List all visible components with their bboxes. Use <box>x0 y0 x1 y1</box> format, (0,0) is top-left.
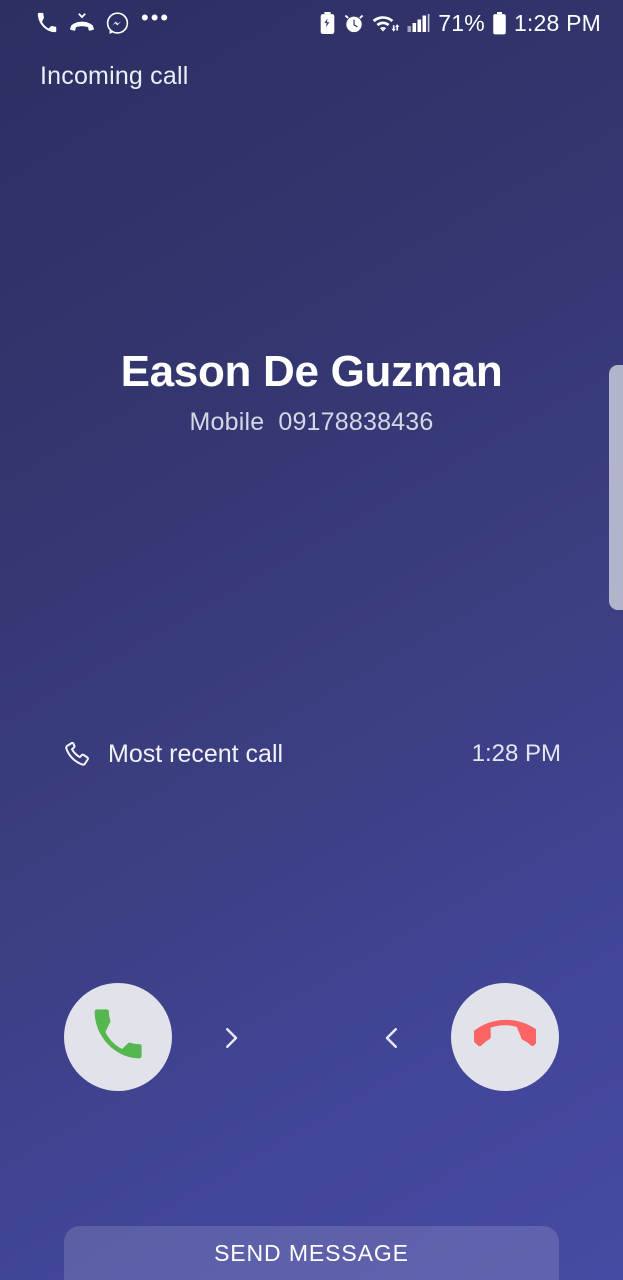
caller-number-type: Mobile <box>189 408 265 437</box>
alarm-clock-icon <box>343 12 365 34</box>
incoming-call-screen: ••• 71% 1:28 PM Incoming call Eason De G… <box>0 0 623 1280</box>
caller-number: 09178838436 <box>278 408 434 437</box>
send-message-button[interactable]: SEND MESSAGE <box>64 1226 559 1280</box>
chevron-left-icon <box>377 1023 407 1053</box>
send-message-label: SEND MESSAGE <box>214 1239 409 1266</box>
status-bar-right-icons: 71% 1:28 PM <box>319 10 601 37</box>
wifi-icon <box>372 12 400 34</box>
answer-call-button[interactable] <box>64 983 172 1091</box>
caller-number-row: Mobile 09178838436 <box>0 408 623 437</box>
status-more-indicator: ••• <box>141 5 171 30</box>
signal-bars-icon <box>407 12 431 34</box>
battery-icon <box>492 11 507 35</box>
most-recent-call-row[interactable]: Most recent call 1:28 PM <box>62 733 561 775</box>
most-recent-call-time: 1:28 PM <box>471 740 561 767</box>
status-bar: ••• 71% 1:28 PM <box>0 0 623 46</box>
phone-outline-icon <box>62 739 92 769</box>
chevron-right-icon <box>216 1023 246 1053</box>
incoming-call-label: Incoming call <box>40 62 189 90</box>
messenger-icon <box>106 11 129 35</box>
caller-info: Eason De Guzman Mobile 09178838436 <box>0 347 623 437</box>
status-bar-left-icons: ••• <box>36 5 171 35</box>
caller-name: Eason De Guzman <box>120 347 503 396</box>
most-recent-call-label: Most recent call <box>108 739 284 768</box>
phone-handset-icon <box>90 1007 146 1068</box>
missed-call-icon <box>70 12 94 34</box>
battery-percent-label: 71% <box>438 9 485 36</box>
battery-saver-icon <box>319 11 336 35</box>
phone-call-icon <box>36 12 58 34</box>
decline-call-button[interactable] <box>451 983 559 1091</box>
phone-hangup-icon <box>469 1004 543 1071</box>
call-actions <box>0 973 623 1101</box>
status-clock: 1:28 PM <box>513 9 601 36</box>
